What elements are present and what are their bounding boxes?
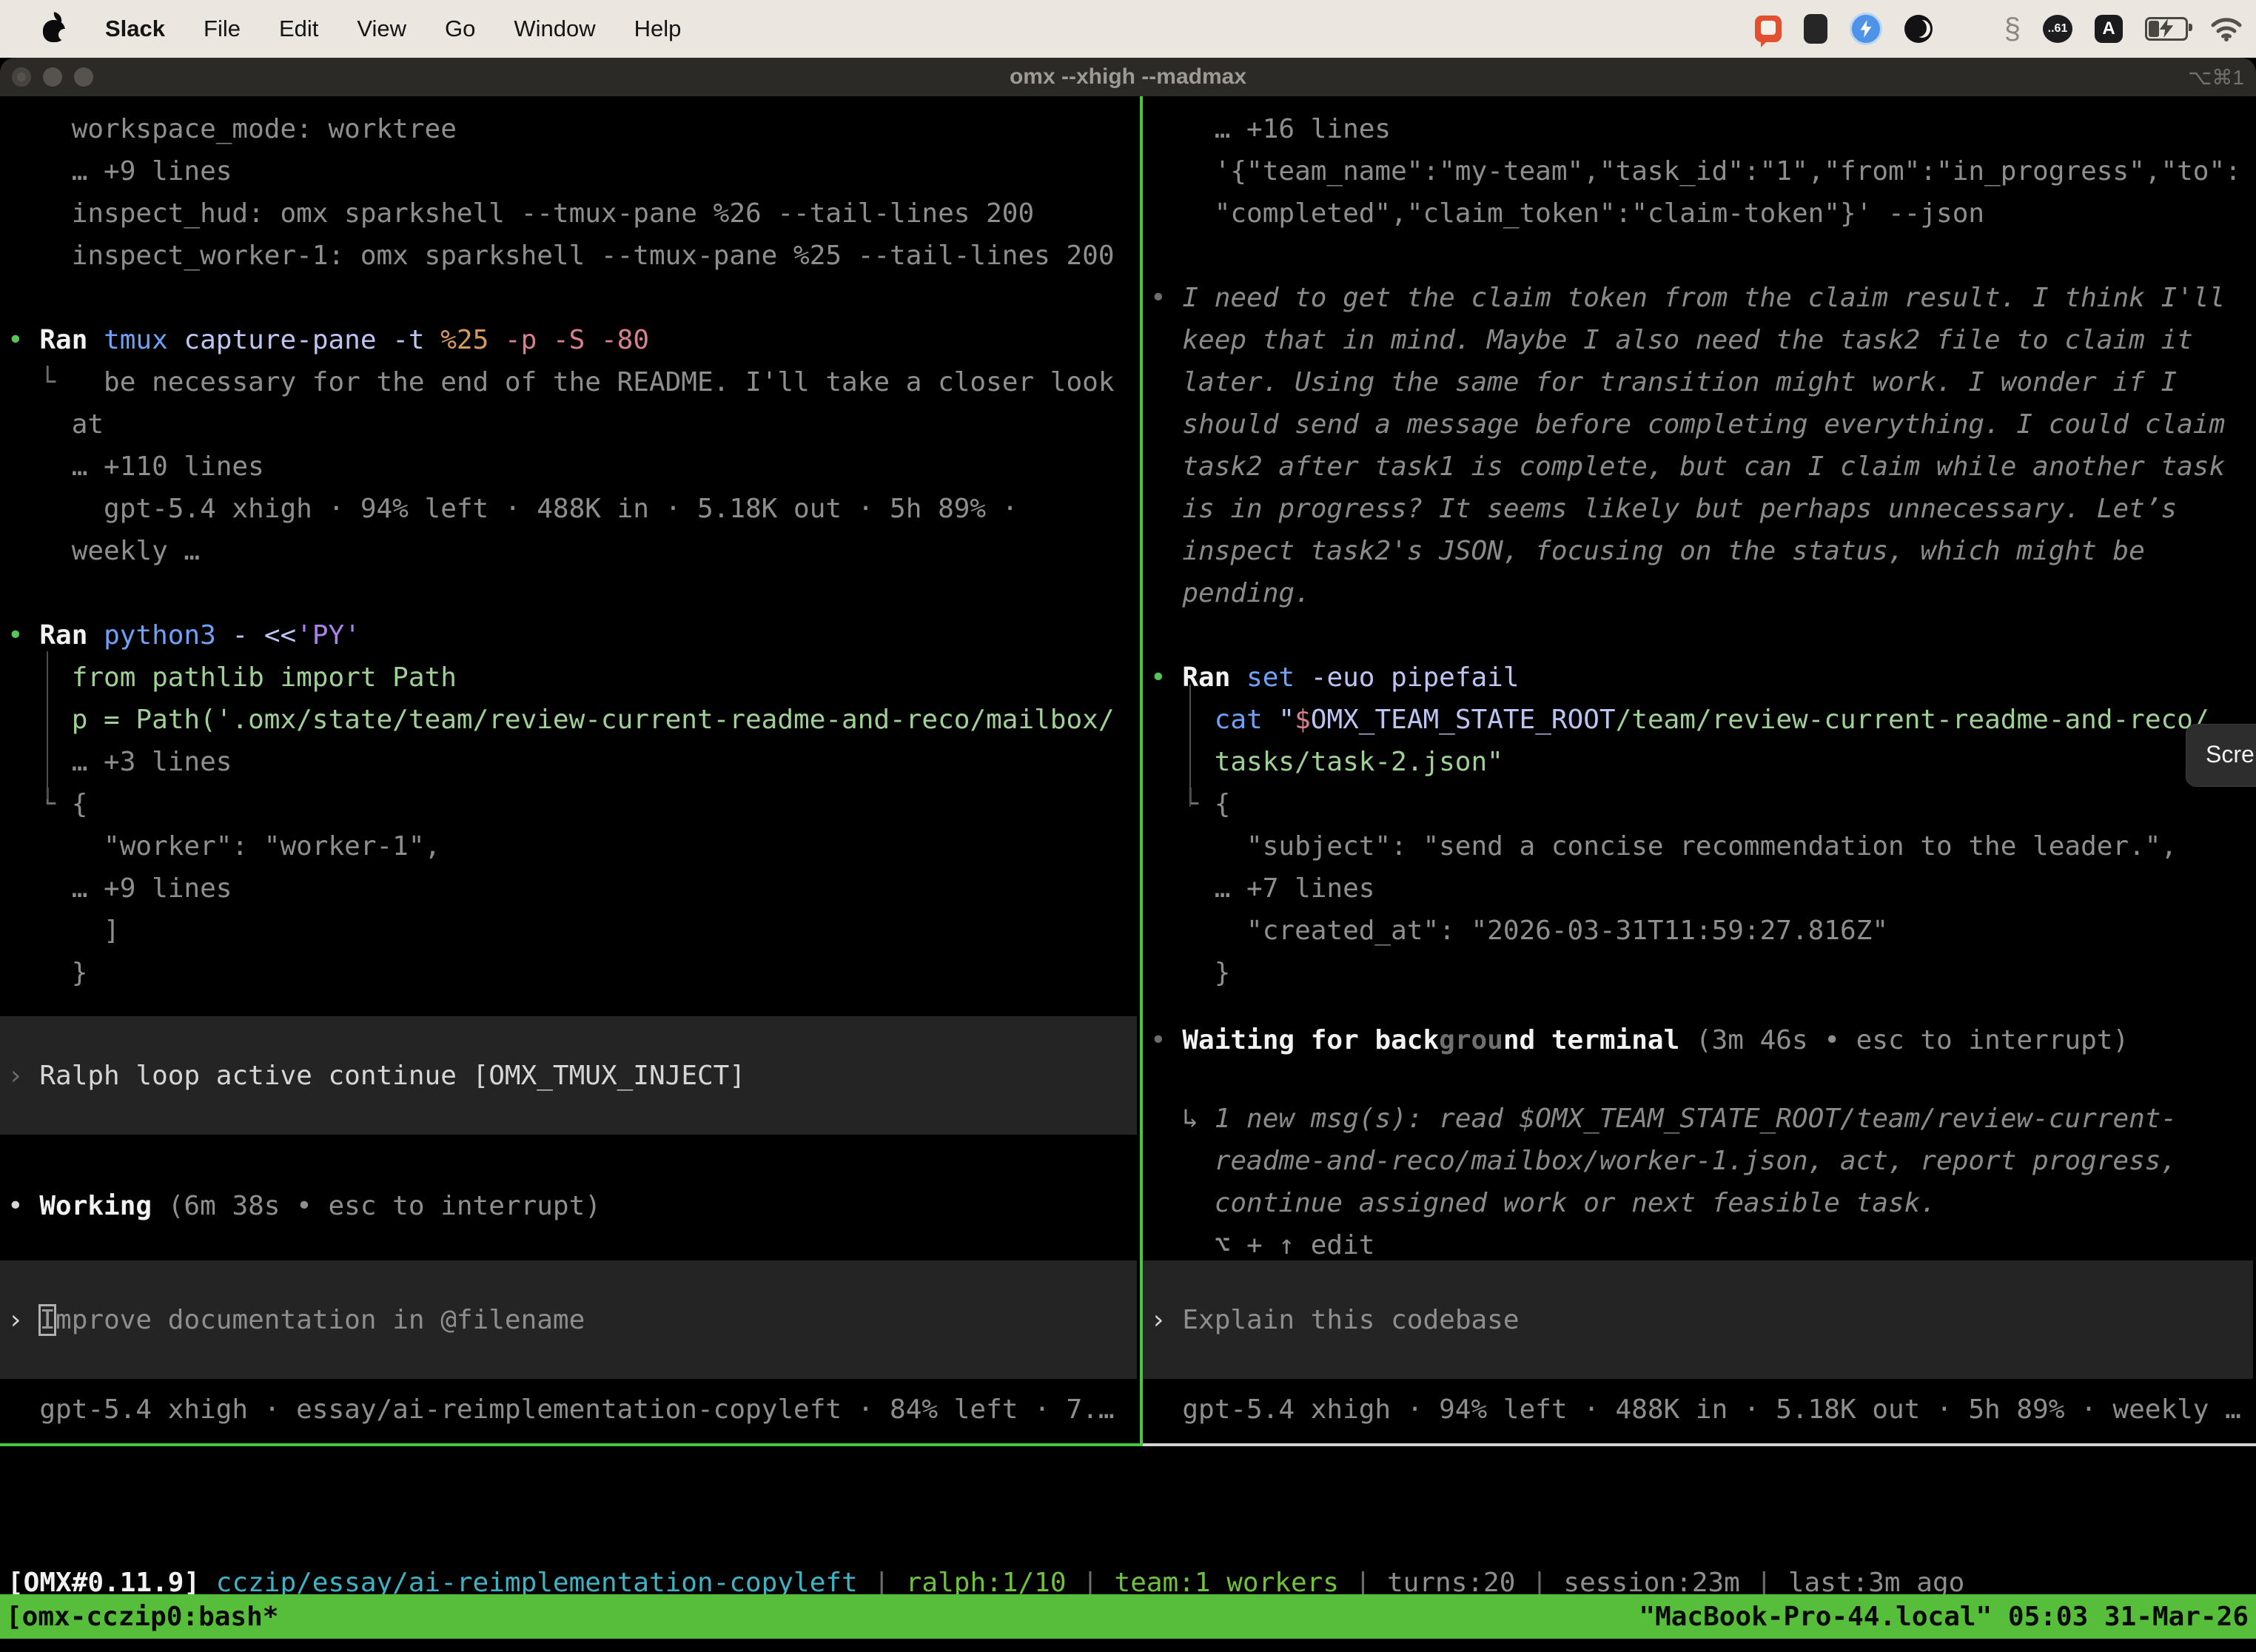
- window-title-bar[interactable]: omx --xhigh --madmax ⌥⌘1: [0, 58, 2256, 96]
- left-pane-log: workspace_mode: worktree … +9 lines insp…: [7, 108, 1140, 994]
- menu-item-file[interactable]: File: [204, 16, 241, 42]
- terminal-line: }: [1150, 952, 2256, 994]
- terminal-line: readme-and-reco/mailbox/worker-1.json, a…: [1150, 1140, 2256, 1182]
- terminal-line: workspace_mode: worktree: [7, 108, 1140, 150]
- terminal-line: weekly …: [7, 530, 1140, 572]
- menu-item-edit[interactable]: Edit: [279, 16, 318, 42]
- terminal-line: … +9 lines: [7, 150, 1140, 192]
- terminal-line: └ {: [1150, 783, 2256, 825]
- window-shortcut-hint: ⌥⌘1: [2188, 65, 2244, 90]
- chat-notification-icon[interactable]: [1755, 16, 1782, 42]
- terminal-line: … +3 lines: [7, 741, 1140, 783]
- terminal-line: ↳ 1 new msg(s): read $OMX_TEAM_STATE_ROO…: [1150, 1098, 2256, 1140]
- terminal-line: • I need to get the claim token from the…: [1150, 277, 2256, 319]
- terminal-line: '{"team_name":"my-team","task_id":"1","f…: [1150, 150, 2256, 192]
- waiting-status: • Waiting for background terminal (3m 46…: [1150, 1019, 2256, 1061]
- terminal-line: … +9 lines: [7, 867, 1140, 910]
- terminal-line: inspect task2's JSON, focusing on the st…: [1150, 530, 2256, 572]
- menu-item-view[interactable]: View: [357, 16, 406, 42]
- menu-items: Slack File Edit View Go Window Help: [105, 16, 681, 42]
- terminal-line: • Ran set -euo pipefail: [1150, 657, 2256, 699]
- terminal-line: from pathlib import Path: [7, 657, 1140, 699]
- terminal-line: should send a message before completing …: [1150, 403, 2256, 446]
- battery-icon[interactable]: [2145, 17, 2188, 41]
- dots-grid-icon[interactable]: [1955, 16, 1982, 43]
- keypad-icon[interactable]: [1804, 14, 1827, 44]
- terminal-line: inspect_worker-1: omx sparkshell --tmux-…: [7, 235, 1140, 277]
- output-connector-line: [1189, 685, 1191, 807]
- moon-icon[interactable]: [1904, 15, 1933, 43]
- output-connector-line: [47, 651, 48, 799]
- terminal-line: continue assigned work or next feasible …: [1150, 1182, 2256, 1224]
- ralph-loop-notice: › Ralph loop active continue [OMX_TMUX_I…: [0, 1016, 1137, 1135]
- tmux-host-clock: "MacBook-Pro-44.local" 05:03 31-Mar-26: [1639, 1596, 2249, 1638]
- tmux-status-bar[interactable]: [omx-cczip0:bash* "MacBook-Pro-44.local"…: [0, 1594, 2256, 1639]
- terminal-line: ]: [7, 910, 1140, 952]
- terminal-line: cat "$OMX_TEAM_STATE_ROOT/team/review-cu…: [1150, 699, 2256, 741]
- new-message-note: ↳ 1 new msg(s): read $OMX_TEAM_STATE_ROO…: [1150, 1098, 2256, 1224]
- terminal-line: pending.: [1150, 572, 2256, 614]
- terminal-content: workspace_mode: worktree … +9 lines insp…: [0, 96, 2256, 1652]
- terminal-line: [1150, 614, 2256, 657]
- right-pane-bottom-border: [1143, 1443, 2256, 1446]
- terminal-line: keep that in mind. Maybe I also need the…: [1150, 319, 2256, 361]
- count-badge-icon[interactable]: ..61: [2043, 15, 2072, 43]
- terminal-line: "subject": "send a concise recommendatio…: [1150, 825, 2256, 867]
- right-pane-log: … +16 lines '{"team_name":"my-team","tas…: [1150, 108, 2256, 994]
- terminal-line: "worker": "worker-1",: [7, 825, 1140, 867]
- terminal-line: is in progress? It seems likely but perh…: [1150, 488, 2256, 530]
- left-pane[interactable]: workspace_mode: worktree … +9 lines insp…: [0, 96, 1140, 1443]
- menu-item-window[interactable]: Window: [514, 16, 595, 42]
- terminal-line: task2 after task1 is complete, but can I…: [1150, 446, 2256, 488]
- apple-menu-icon[interactable]: [41, 14, 67, 44]
- menu-item-go[interactable]: Go: [445, 16, 475, 42]
- terminal-line: gpt-5.4 xhigh · 94% left · 488K in · 5.1…: [7, 488, 1140, 530]
- terminal-line: "completed","claim_token":"claim-token"}…: [1150, 192, 2256, 235]
- terminal-line: └ {: [7, 783, 1140, 825]
- terminal-window: omx --xhigh --madmax ⌥⌘1 workspace_mode:…: [0, 58, 2256, 1652]
- terminal-line: "created_at": "2026-03-31T11:59:27.816Z": [1150, 910, 2256, 952]
- terminal-line: • Ran python3 - <<'PY': [7, 614, 1140, 657]
- terminal-line: at: [7, 403, 1140, 446]
- terminal-line: [1150, 235, 2256, 277]
- terminal-line: }: [7, 952, 1140, 994]
- dragon-icon[interactable]: §: [2004, 14, 2021, 44]
- menu-item-help[interactable]: Help: [634, 16, 682, 42]
- working-status: • Working (6m 38s • esc to interrupt): [7, 1185, 1140, 1227]
- bolt-badge-icon[interactable]: [1850, 13, 1882, 45]
- terminal-line: inspect_hud: omx sparkshell --tmux-pane …: [7, 192, 1140, 235]
- terminal-line: └ be necessary for the end of the README…: [7, 361, 1140, 403]
- screenshot-tooltip: Scre: [2186, 724, 2256, 787]
- tmux-session-name: [omx-cczip0:bash*: [6, 1596, 278, 1638]
- menu-item-slack[interactable]: Slack: [105, 16, 165, 42]
- wifi-icon[interactable]: [2210, 16, 2243, 41]
- terminal-line: [7, 277, 1140, 319]
- menu-status-icons: § ..61 A: [1755, 0, 2243, 58]
- terminal-line: … +110 lines: [7, 446, 1140, 488]
- terminal-line: p = Path('.omx/state/team/review-current…: [7, 699, 1140, 741]
- terminal-line: • Ran tmux capture-pane -t %25 -p -S -80: [7, 319, 1140, 361]
- menu-bar: Slack File Edit View Go Window Help § ..…: [0, 0, 2256, 58]
- terminal-line: … +7 lines: [1150, 867, 2256, 910]
- right-session-status: gpt-5.4 xhigh · 94% left · 488K in · 5.1…: [1150, 1389, 2256, 1431]
- terminal-line: … +16 lines: [1150, 108, 2256, 150]
- left-pane-bottom-border: [0, 1443, 1143, 1446]
- right-pane[interactable]: … +16 lines '{"team_name":"my-team","tas…: [1143, 96, 2256, 1443]
- terminal-line: later. Using the same for transition mig…: [1150, 361, 2256, 403]
- right-prompt-input[interactable]: › Explain this codebase: [1143, 1260, 2253, 1379]
- left-session-status: gpt-5.4 xhigh · essay/ai-reimplementatio…: [7, 1389, 1140, 1431]
- window-title: omx --xhigh --madmax: [0, 64, 2256, 90]
- a-badge-icon[interactable]: A: [2095, 15, 2123, 43]
- terminal-line: tasks/task-2.json": [1150, 741, 2256, 783]
- terminal-line: [7, 572, 1140, 614]
- left-prompt-input[interactable]: › Improve documentation in @filename: [0, 1260, 1137, 1379]
